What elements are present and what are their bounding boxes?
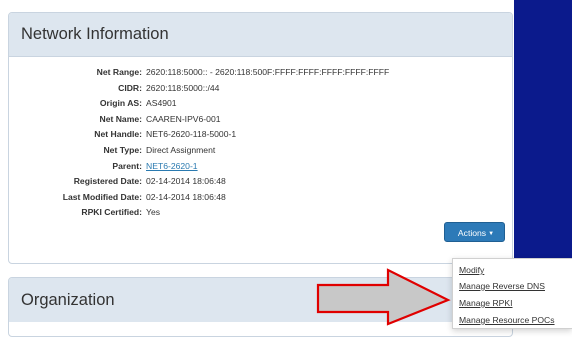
annotation-arrow-icon — [316, 268, 451, 326]
arrow-shape — [316, 268, 451, 326]
